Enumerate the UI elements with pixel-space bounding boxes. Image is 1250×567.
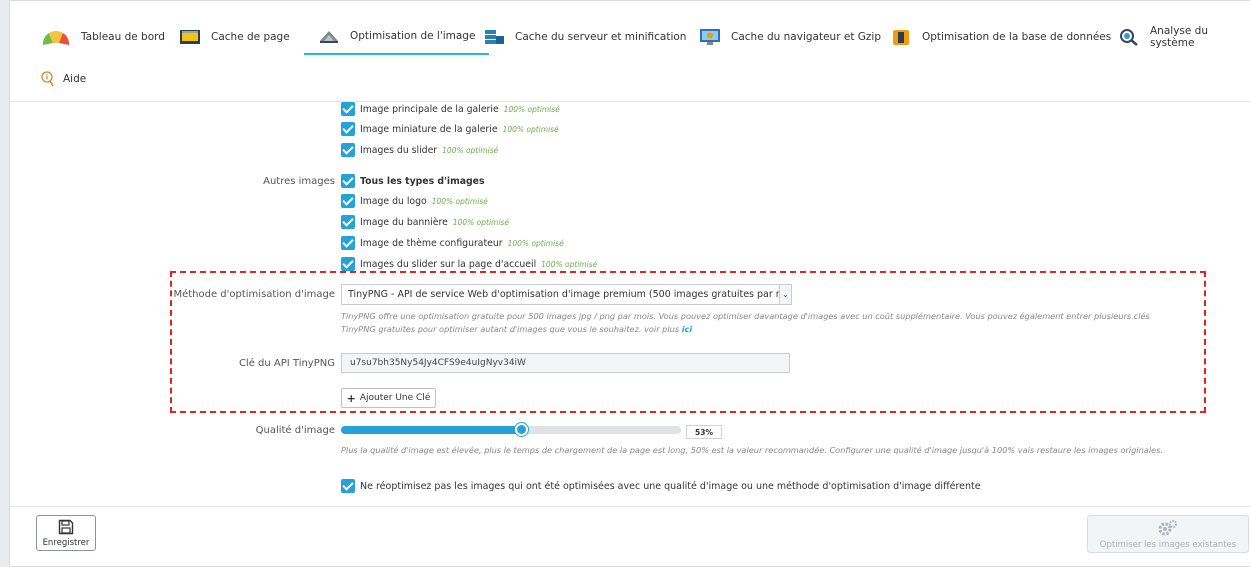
checkbox-checked[interactable] <box>341 236 355 250</box>
checkbox-gallery-thumbnail[interactable]: Image miniature de la galerie 100% optim… <box>341 122 559 136</box>
plus-icon: + <box>346 391 356 405</box>
svg-text:i: i <box>46 74 48 82</box>
tab-label: Optimisation de la base de données <box>922 31 1112 43</box>
checkbox-checked[interactable] <box>341 257 355 271</box>
checkbox-checked[interactable] <box>341 174 355 188</box>
tab-bar: Tableau de bord Cache de page Optimisati… <box>10 1 1250 101</box>
page-cache-icon <box>179 28 201 46</box>
tab-image-optimization[interactable]: Optimisation de l'image <box>304 19 490 55</box>
tab-label: Analyse du système <box>1150 25 1208 49</box>
speedometer-icon <box>41 28 71 46</box>
tab-label: Cache de page <box>211 31 290 43</box>
checkbox-checked[interactable] <box>341 194 355 208</box>
other-images-label: Autres images <box>263 176 335 187</box>
tab-label: Aide <box>63 73 87 85</box>
checkbox-logo-image[interactable]: Image du logo 100% optimisé <box>341 194 488 208</box>
see-more-link[interactable]: ici <box>682 324 692 334</box>
method-help-text: TinyPNG offre une optimisation gratuite … <box>341 311 1150 334</box>
tab-system-analysis[interactable]: Analyse du système <box>1118 19 1250 55</box>
tab-server-cache[interactable]: Cache du serveur et minification <box>483 19 686 55</box>
checkbox-checked[interactable] <box>341 102 355 116</box>
save-button[interactable]: Enregistrer <box>36 515 96 551</box>
chevron-down-icon[interactable]: ⌄ <box>779 285 791 304</box>
quality-label: Qualité d'image <box>255 425 335 436</box>
tab-label: Cache du navigateur et Gzip <box>731 31 881 43</box>
checkbox-checked[interactable] <box>341 143 355 157</box>
add-key-button[interactable]: + Ajouter Une Clé <box>341 388 436 408</box>
checkbox-slider-images[interactable]: Images du slider 100% optimisé <box>341 143 498 157</box>
checkbox-no-reoptimize[interactable]: Ne réoptimisez pas les images qui ont ét… <box>341 479 981 493</box>
footer-divider <box>10 506 1250 507</box>
checkbox-checked[interactable] <box>341 479 355 493</box>
tab-database-optimization[interactable]: Optimisation de la base de données <box>890 19 1111 55</box>
checkbox-homepage-slider[interactable]: Images du slider sur la page d'accueil 1… <box>341 257 597 271</box>
database-icon <box>890 28 912 46</box>
tab-page-cache[interactable]: Cache de page <box>179 19 290 55</box>
tab-label: Cache du serveur et minification <box>515 31 687 43</box>
checkbox-checked[interactable] <box>341 122 355 136</box>
image-optimization-icon <box>318 27 340 45</box>
quality-value: 53% <box>686 425 722 439</box>
tab-label: Tableau de bord <box>81 31 165 43</box>
tab-dashboard[interactable]: Tableau de bord <box>41 19 165 55</box>
checkbox-banner-image[interactable]: Image du bannière 100% optimisé <box>341 215 509 229</box>
checkbox-all-image-types[interactable]: Tous les types d'images <box>341 174 485 188</box>
method-select[interactable]: TinyPNG - API de service Web d'optimisat… <box>341 284 792 305</box>
tab-browser-cache[interactable]: Cache du navigateur et Gzip <box>699 19 881 55</box>
server-icon <box>483 28 505 46</box>
api-key-input[interactable]: u7su7bh35Ny54Jy4CFS9e4uIgNyv34iW <box>341 353 790 373</box>
optimize-existing-images-button[interactable]: Optimiser les images existantes <box>1087 515 1249 553</box>
quality-slider[interactable] <box>341 423 681 436</box>
method-label: Méthode d'optimisation d'image <box>173 289 335 300</box>
system-analysis-icon <box>1118 28 1140 46</box>
quality-help-text: Plus la qualité d'image est élevée, plus… <box>341 445 1163 455</box>
browser-icon <box>699 28 721 46</box>
checkbox-checked[interactable] <box>341 215 355 229</box>
settings-panel: Tableau de bord Cache de page Optimisati… <box>9 0 1250 567</box>
help-icon: i <box>41 70 55 88</box>
tab-label: Optimisation de l'image <box>350 30 476 42</box>
checkbox-theme-configurator-image[interactable]: Image de thème configurateur 100% optimi… <box>341 236 564 250</box>
slider-handle[interactable] <box>515 423 529 436</box>
slider-fill <box>341 426 522 434</box>
floppy-disk-icon <box>58 519 74 538</box>
api-key-label: Clé du API TinyPNG <box>238 358 335 369</box>
tabs-divider <box>10 101 1250 102</box>
checkbox-gallery-main[interactable]: Image principale de la galerie 100% opti… <box>341 102 560 116</box>
tab-help[interactable]: i Aide <box>41 61 86 97</box>
gears-icon <box>1157 519 1179 540</box>
